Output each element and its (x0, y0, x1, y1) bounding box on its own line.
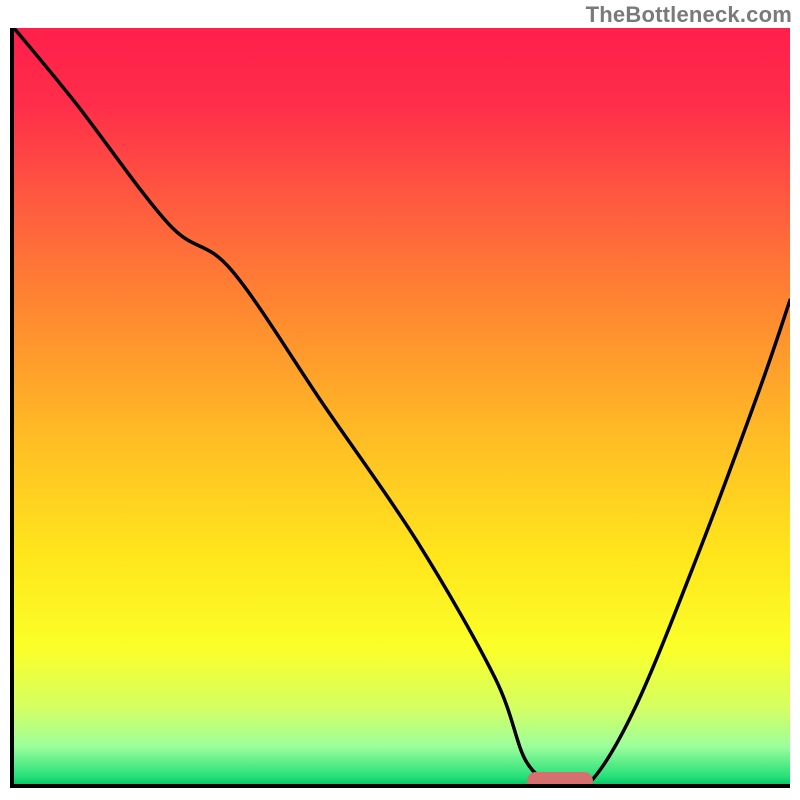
watermark-text: TheBottleneck.com (586, 2, 792, 28)
chart-container: TheBottleneck.com (0, 0, 800, 800)
bottleneck-curve (14, 28, 790, 784)
plot-area (10, 28, 790, 788)
optimal-range-marker (527, 772, 593, 788)
